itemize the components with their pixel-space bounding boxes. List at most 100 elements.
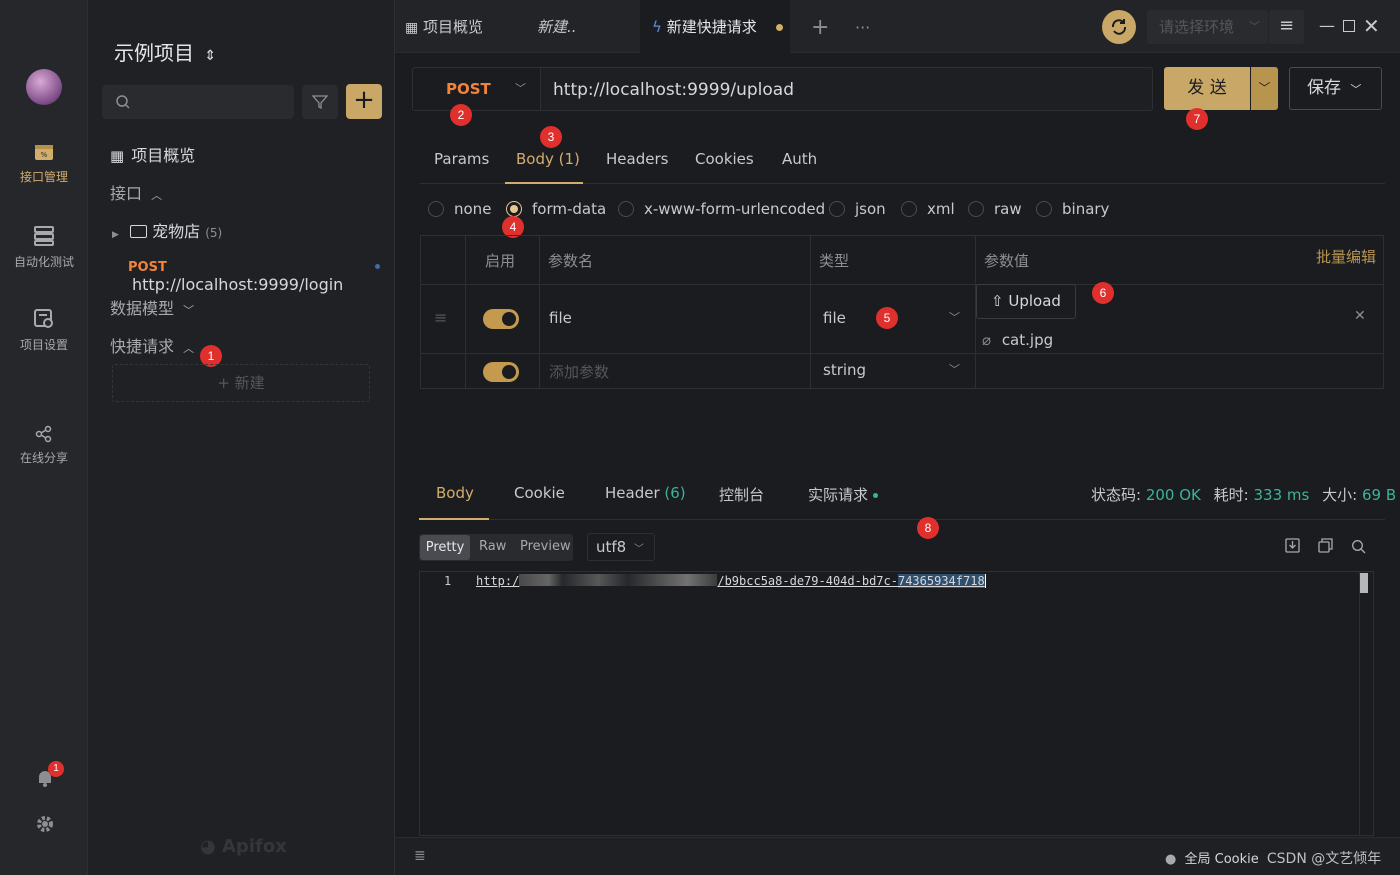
tab-new[interactable]: 新建.. [537,0,577,53]
radio-label-form-data: form-data [532,200,607,218]
sidebar-section-models[interactable]: 数据模型 ﹀ [110,295,194,319]
copy-button[interactable] [1318,538,1333,553]
toggle-panel-button[interactable]: ≣ [414,848,426,864]
radio-form-data[interactable] [506,201,522,217]
api-item[interactable]: POST http://localhost:9999/login [128,256,380,294]
encoding-select[interactable]: utf8 ﹀ [587,533,655,561]
new-label: 新建 [234,374,265,392]
sidebar-section-api[interactable]: 接口 ︿ [110,180,162,204]
folder-item[interactable]: ▶ 宠物店 (5) [112,218,222,242]
settings-button[interactable] [35,814,55,834]
save-button[interactable]: 保存 ﹀ [1289,67,1382,110]
upload-button[interactable]: ⇧ Upload [976,284,1076,319]
url-input[interactable]: http://localhost:9999/upload [540,67,1153,111]
row-enabled-toggle[interactable] [483,362,519,382]
tab-overview[interactable]: ▦ 项目概览 [405,0,483,53]
csdn-watermark: CSDN @文艺倾年 [1266,851,1382,867]
editor-scrollbar[interactable] [1360,573,1368,593]
new-quick-request-button[interactable]: + 新建 [112,364,370,402]
drag-handle-icon[interactable]: ≡ [434,308,447,327]
send-options-button[interactable]: ﹀ [1251,67,1278,110]
radio-xml[interactable] [901,201,917,217]
tab-count: (6) [664,484,686,502]
response-tab-header[interactable]: Header (6) [605,484,686,502]
send-label: 发 送 [1187,78,1227,98]
bulk-edit-link[interactable]: 批量编辑 [1316,246,1376,267]
rail-item-api[interactable]: % 接口管理 [0,142,88,185]
close-icon: ✕ [1363,14,1380,38]
attached-file[interactable]: ⌀ cat.jpg [982,331,1053,349]
tab-headers[interactable]: Headers [606,150,668,168]
more-tabs-button[interactable]: ··· [855,0,870,53]
sidebar-section-quick[interactable]: 快捷请求 ︿ [110,333,194,357]
new-tab-button[interactable]: + [811,0,829,53]
radio-none[interactable] [428,201,444,217]
download-button[interactable] [1285,538,1300,553]
response-tab-actual-request[interactable]: 实际请求 [808,484,878,505]
user-avatar[interactable] [26,69,62,105]
method-select[interactable]: POST ﹀ [412,67,540,111]
tab-params[interactable]: Params [434,150,489,168]
param-name[interactable]: file [549,309,572,327]
close-window-button[interactable]: ✕ [1363,14,1380,38]
filter-icon [312,95,328,110]
response-tab-body[interactable]: Body [436,484,474,502]
tab-cookies[interactable]: Cookies [695,150,754,168]
radio-json[interactable] [829,201,845,217]
response-tab-cookie[interactable]: Cookie [514,484,565,502]
grid-icon: ▦ [405,20,419,36]
close-icon: ✕ [1354,308,1366,324]
response-body-line[interactable]: http:/ /b9bcc5a8-de79-404d-bd7c-74365934f… [476,574,986,588]
view-mode-preview[interactable]: Preview [520,539,571,554]
cookie-label: 全局 Cookie [1184,852,1259,867]
environment-menu-button[interactable]: ≡ [1269,10,1304,44]
rail-item-automation[interactable]: 自动化测试 [0,225,88,270]
tab-auth[interactable]: Auth [782,150,817,168]
plus-icon: + [217,374,230,392]
sidebar: 示例项目 ⇕ + ▦ 项目概览 接口 ︿ ▶ 宠物店 (5) POST http… [88,0,395,875]
search-icon [116,95,130,109]
annotation-8: 8 [917,517,939,539]
section-label: 数据模型 [110,299,175,318]
project-settings-icon [34,309,53,328]
section-label: 接口 [110,184,143,203]
radio-raw[interactable] [968,201,984,217]
send-button[interactable]: 发 送 [1164,67,1250,110]
param-type-select[interactable]: string ﹀ [823,361,963,379]
upload-label: Upload [1008,292,1061,310]
annotation-7: 7 [1186,108,1208,130]
row-enabled-toggle[interactable] [483,309,519,329]
chevron-down-icon: ﹀ [949,311,960,324]
remove-file-button[interactable]: ✕ [1354,308,1366,324]
method-label: POST [446,80,491,98]
project-title[interactable]: 示例项目 ⇕ [114,37,216,66]
radio-urlencoded[interactable] [618,201,634,217]
tab-label: 新建快捷请求 [666,18,757,36]
share-icon [35,425,52,443]
sidebar-item-overview[interactable]: ▦ 项目概览 [110,142,195,166]
add-param-input[interactable]: 添加参数 [549,361,609,382]
annotation-3: 3 [540,126,562,148]
rail-item-share[interactable]: 在线分享 [0,425,88,466]
add-button[interactable]: + [346,84,382,119]
env-placeholder: 请选择环境 [1159,18,1235,36]
view-mode-raw[interactable]: Raw [479,539,506,554]
rail-item-project-settings[interactable]: 项目设置 [0,308,88,353]
sync-button[interactable] [1102,10,1136,44]
view-mode-pretty[interactable]: Pretty [420,535,470,560]
radio-binary[interactable] [1036,201,1052,217]
global-cookie-button[interactable]: ● 全局 Cookie CSDN @文艺倾年 [1165,848,1381,868]
chevron-down-icon: ﹀ [183,304,195,317]
filter-button[interactable] [302,85,338,119]
search-response-button[interactable] [1351,539,1366,554]
maximize-button[interactable] [1343,20,1355,32]
minimize-button[interactable]: — [1319,16,1335,35]
paperclip-icon: ⌀ [982,331,992,349]
tab-quick-request[interactable]: ϟ 新建快捷请求 [640,0,790,53]
environment-select[interactable]: 请选择环境 ﹀ [1147,10,1268,44]
time-value: 333 ms [1253,486,1310,504]
search-input[interactable] [102,85,294,119]
response-tab-console[interactable]: 控制台 [719,484,764,505]
tab-body[interactable]: Body (1) [516,150,580,168]
response-editor[interactable] [419,571,1374,836]
